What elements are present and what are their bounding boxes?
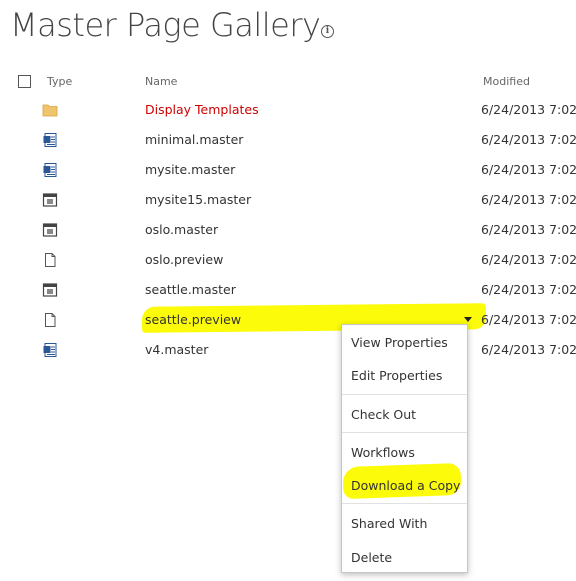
- table-row[interactable]: Display Templates 6/24/2013 7:02: [0, 95, 576, 125]
- table-row[interactable]: mysite15.master 6/24/2013 7:02: [0, 185, 576, 215]
- context-menu: View Properties Edit Properties Check Ou…: [341, 324, 468, 573]
- menu-item-view-properties[interactable]: View Properties: [351, 335, 448, 350]
- page-title: Master Page Gallery: [10, 6, 321, 44]
- table-row[interactable]: v4.master 6/24/2013 7:02: [0, 335, 576, 365]
- column-header-type[interactable]: Type: [47, 75, 72, 88]
- modified-date: 6/24/2013 7:02: [481, 192, 576, 207]
- master-page-icon: [42, 132, 58, 148]
- document-icon: [42, 252, 58, 268]
- modified-date: 6/24/2013 7:02: [481, 282, 576, 297]
- file-name-link[interactable]: mysite15.master: [145, 192, 251, 207]
- menu-item-workflows[interactable]: Workflows: [351, 445, 415, 460]
- modified-date: 6/24/2013 7:02: [481, 252, 576, 267]
- modified-date: 6/24/2013 7:02: [481, 222, 576, 237]
- folder-icon: [42, 102, 58, 118]
- file-name-link[interactable]: seattle.preview: [145, 312, 241, 327]
- table-row[interactable]: oslo.preview 6/24/2013 7:02: [0, 245, 576, 275]
- master-page-icon: [42, 162, 58, 178]
- modified-date: 6/24/2013 7:02: [481, 162, 576, 177]
- menu-divider: [342, 394, 467, 395]
- file-name-link[interactable]: seattle.master: [145, 282, 236, 297]
- column-header-modified[interactable]: Modified: [483, 75, 530, 88]
- table-row[interactable]: mysite.master 6/24/2013 7:02: [0, 155, 576, 185]
- modified-date: 6/24/2013 7:02: [481, 132, 576, 147]
- file-name-link[interactable]: v4.master: [145, 342, 208, 357]
- menu-divider: [342, 432, 467, 433]
- column-header-name[interactable]: Name: [145, 75, 177, 88]
- modified-date: 6/24/2013 7:02: [481, 312, 576, 327]
- layout-icon: [42, 222, 58, 238]
- menu-item-download-a-copy[interactable]: Download a Copy: [351, 478, 460, 493]
- table-row[interactable]: minimal.master 6/24/2013 7:02: [0, 125, 576, 155]
- document-icon: [42, 312, 58, 328]
- modified-date: 6/24/2013 7:02: [481, 102, 576, 117]
- file-name-link[interactable]: oslo.master: [145, 222, 218, 237]
- menu-item-check-out[interactable]: Check Out: [351, 407, 416, 422]
- layout-icon: [42, 282, 58, 298]
- open-menu-icon[interactable]: [464, 317, 472, 322]
- file-name-link[interactable]: oslo.preview: [145, 252, 223, 267]
- menu-item-edit-properties[interactable]: Edit Properties: [351, 368, 442, 383]
- menu-divider: [342, 503, 467, 504]
- master-page-icon: [42, 342, 58, 358]
- table-row[interactable]: seattle.master 6/24/2013 7:02: [0, 275, 576, 305]
- file-name-link[interactable]: mysite.master: [145, 162, 235, 177]
- menu-item-shared-with[interactable]: Shared With: [351, 516, 427, 531]
- file-name-link[interactable]: Display Templates: [145, 102, 259, 117]
- select-all-checkbox[interactable]: [18, 75, 31, 88]
- menu-item-delete[interactable]: Delete: [351, 550, 392, 565]
- layout-icon: [42, 192, 58, 208]
- modified-date: 6/24/2013 7:02: [481, 342, 576, 357]
- table-row-selected[interactable]: seattle.preview 6/24/2013 7:02: [0, 305, 576, 335]
- table-row[interactable]: oslo.master 6/24/2013 7:02: [0, 215, 576, 245]
- info-icon[interactable]: i: [321, 25, 334, 38]
- file-name-link[interactable]: minimal.master: [145, 132, 243, 147]
